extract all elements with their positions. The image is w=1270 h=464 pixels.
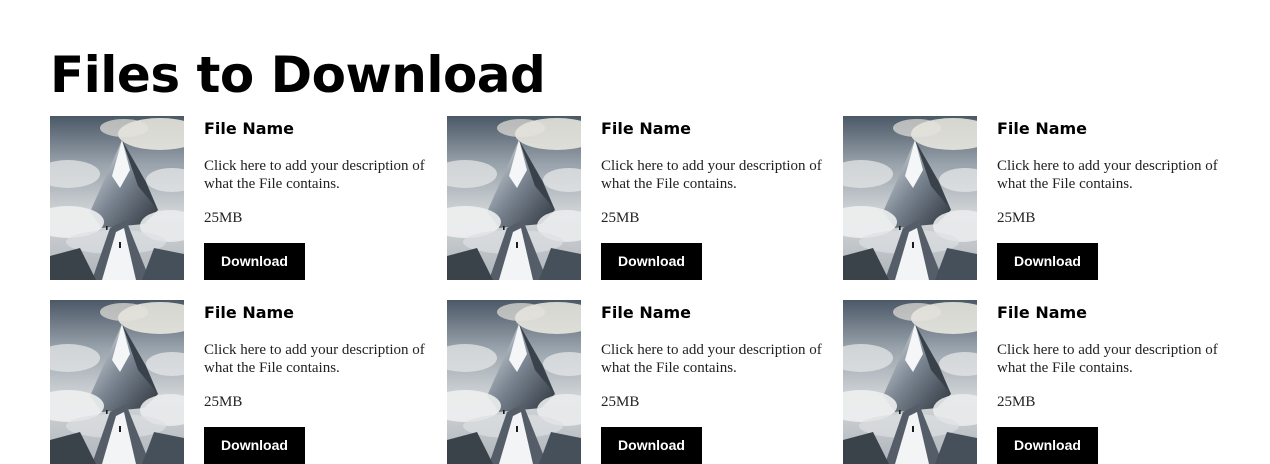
- file-thumbnail: [843, 300, 977, 464]
- file-description: Click here to add your description of wh…: [204, 342, 425, 376]
- file-description: Click here to add your description of wh…: [601, 342, 822, 376]
- file-card: File Name Click here to add your descrip…: [843, 116, 1240, 300]
- download-button[interactable]: Download: [601, 427, 702, 464]
- file-thumbnail: [50, 116, 184, 280]
- file-description: Click here to add your description of wh…: [997, 342, 1218, 376]
- file-name: File Name: [997, 119, 1088, 138]
- download-button[interactable]: Download: [601, 243, 702, 280]
- file-thumbnail: [843, 116, 977, 280]
- download-button[interactable]: Download: [997, 243, 1098, 280]
- file-name: File Name: [601, 119, 692, 138]
- file-size: 25MB: [204, 394, 243, 410]
- file-card: File Name Click here to add your descrip…: [447, 116, 843, 300]
- file-size: 25MB: [601, 210, 640, 226]
- page-title: Files to Download: [50, 46, 546, 104]
- file-card: File Name Click here to add your descrip…: [50, 300, 447, 464]
- file-description: Click here to add your description of wh…: [997, 158, 1218, 192]
- file-size: 25MB: [997, 210, 1036, 226]
- file-name: File Name: [204, 303, 295, 322]
- file-thumbnail: [447, 300, 581, 464]
- file-name: File Name: [204, 119, 295, 138]
- downloads-page: Files to Download File Name Click here t…: [0, 0, 1270, 464]
- file-grid: File Name Click here to add your descrip…: [50, 116, 1240, 464]
- file-card: File Name Click here to add your descrip…: [447, 300, 843, 464]
- file-size: 25MB: [997, 394, 1036, 410]
- download-button[interactable]: Download: [204, 427, 305, 464]
- file-name: File Name: [601, 303, 692, 322]
- file-name: File Name: [997, 303, 1088, 322]
- download-button[interactable]: Download: [997, 427, 1098, 464]
- file-card: File Name Click here to add your descrip…: [843, 300, 1240, 464]
- file-thumbnail: [447, 116, 581, 280]
- download-button[interactable]: Download: [204, 243, 305, 280]
- file-size: 25MB: [601, 394, 640, 410]
- file-description: Click here to add your description of wh…: [204, 158, 425, 192]
- file-thumbnail: [50, 300, 184, 464]
- file-description: Click here to add your description of wh…: [601, 158, 822, 192]
- file-size: 25MB: [204, 210, 243, 226]
- file-card: File Name Click here to add your descrip…: [50, 116, 447, 300]
